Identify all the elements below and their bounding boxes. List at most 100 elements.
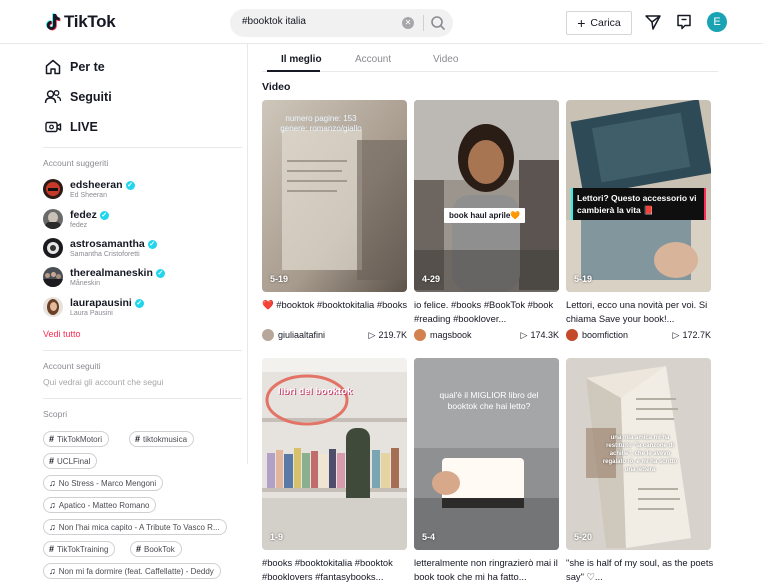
video-duration: 5-19 — [574, 274, 593, 284]
discover-tag[interactable]: # BookTok — [130, 541, 182, 557]
hashtag-icon: # — [135, 434, 141, 444]
nav-live[interactable]: LIVE — [44, 118, 98, 136]
video-thumbnail[interactable]: una mia amica mi ha restituito "la canzo… — [566, 358, 711, 550]
video-duration: 4-29 — [422, 274, 441, 284]
search-tabs: Il meglio Account Video — [262, 44, 718, 72]
video-section-title: Video — [262, 81, 291, 93]
video-duration: 5-19 — [270, 274, 289, 284]
clear-search-icon[interactable]: ✕ — [402, 17, 414, 29]
account-subtitle: Laura Pausini — [70, 310, 113, 317]
hashtag-icon: # — [49, 456, 55, 466]
view-count: ▷ 172.7K — [672, 329, 711, 341]
tab-top[interactable]: Il meglio — [281, 54, 322, 65]
music-note-icon: ♫ — [49, 566, 56, 576]
send-icon[interactable] — [643, 12, 663, 32]
video-thumbnail[interactable]: book haul aprile🧡 4-29 — [414, 100, 559, 292]
thumbnail-overlay-text: Lettori? Questo accessorio vi cambierà l… — [571, 188, 706, 220]
play-icon: ▷ — [672, 329, 680, 340]
nav-following[interactable]: Seguiti — [44, 88, 112, 106]
discover-tag[interactable]: ♫ Non l'hai mica capito - A Tribute To Va… — [43, 519, 227, 535]
discover-tag[interactable]: ♫ No Stress - Marco Mengoni — [43, 475, 164, 491]
verified-icon: ✓ — [147, 239, 157, 249]
suggested-account-fedez[interactable]: fedez ✓ fedez — [43, 209, 109, 229]
account-subtitle: Måneskin — [70, 280, 100, 287]
video-thumbnail[interactable]: numero pagine: 153 genere: romanzo/giall… — [262, 100, 407, 292]
play-icon: ▷ — [520, 329, 528, 340]
video-caption[interactable]: ❤️ #booktok #booktokitalia #books — [262, 298, 412, 312]
verified-icon: ✓ — [99, 210, 109, 220]
video-caption[interactable]: io felice. #books #BookTok #book #readin… — [414, 298, 564, 325]
avatar — [43, 209, 63, 229]
upload-button[interactable]: + Carica — [566, 11, 632, 35]
video-meta: boomfiction ▷ 172.7K — [566, 328, 711, 342]
thumbnail-overlay-text: numero pagine: 153 genere: romanzo/giall… — [280, 114, 362, 133]
suggested-account-laurapausini[interactable]: laurapausini ✓ Laura Pausini — [43, 297, 144, 317]
sidebar-divider-2 — [43, 350, 242, 351]
discover-tag[interactable]: # UCLFinal — [43, 453, 98, 469]
music-note-icon: ♫ — [49, 478, 56, 488]
author-username[interactable]: giuliaaltafini — [278, 330, 369, 340]
suggested-account-therealmaneskin[interactable]: therealmaneskin ✓ Måneskin — [43, 267, 165, 287]
verified-icon: ✓ — [155, 268, 165, 278]
video-thumbnail[interactable]: qual'è il MIGLIOR libro del booktok che … — [414, 358, 559, 550]
live-icon — [45, 121, 62, 133]
nav-for-you[interactable]: Per te — [44, 58, 105, 76]
inbox-icon[interactable] — [674, 12, 694, 32]
sidebar-divider — [247, 44, 248, 464]
discover-tag[interactable]: ♫ Apatico - Matteo Romano — [43, 497, 157, 513]
home-icon — [45, 59, 61, 75]
nav-label: Seguiti — [70, 90, 112, 104]
hashtag-icon: # — [136, 544, 142, 554]
music-note-icon: ♫ — [49, 500, 56, 510]
video-meta: giuliaaltafini ▷ 219.7K — [262, 328, 407, 342]
video-caption[interactable]: "she is half of my soul, as the poets sa… — [566, 556, 716, 583]
author-avatar[interactable] — [414, 329, 426, 341]
tiktok-logo[interactable]: TikTok — [44, 12, 116, 32]
discover-tag[interactable]: ♫ Non mi fa dormire (feat. Caffellatte) -… — [43, 563, 221, 579]
nav-label: Per te — [70, 60, 105, 74]
video-thumbnail[interactable]: Lettori? Questo accessorio vi cambierà l… — [566, 100, 711, 292]
thumbnail-image — [414, 358, 559, 550]
discover-title: Scopri — [43, 409, 68, 419]
video-thumbnail[interactable]: libri del booktok 1-9 — [262, 358, 407, 550]
video-duration: 5-4 — [422, 532, 436, 542]
followed-accounts-hint: Qui vedrai gli account che segui — [43, 377, 164, 387]
tab-videos[interactable]: Video — [433, 54, 458, 65]
profile-avatar[interactable]: E — [707, 12, 727, 32]
thumbnail-overlay-text: una mia amica mi ha restituito "la canzo… — [602, 435, 678, 473]
search-input[interactable]: #booktok italia — [242, 16, 306, 27]
discover-tag[interactable]: # TikTokTraining — [43, 541, 116, 557]
account-name: edsheeran — [70, 179, 123, 191]
sidebar-divider-1 — [43, 147, 242, 148]
see-all-link[interactable]: Vedi tutto — [43, 329, 81, 339]
verified-icon: ✓ — [134, 298, 144, 308]
video-caption[interactable]: letteralmente non ringrazierò mai il boo… — [414, 556, 564, 583]
video-caption[interactable]: #books #booktokitalia #booktok #booklove… — [262, 556, 412, 583]
tiktok-logo-icon — [46, 13, 61, 31]
suggested-account-astrosamantha[interactable]: astrosamantha ✓ Samantha Cristoforetti — [43, 238, 157, 258]
nav-label: LIVE — [70, 120, 98, 134]
avatar — [43, 267, 63, 287]
author-username[interactable]: magsbook — [430, 330, 521, 340]
author-avatar[interactable] — [566, 329, 578, 341]
plus-icon: + — [577, 15, 586, 31]
view-count: ▷ 174.3K — [520, 329, 559, 341]
search-icon[interactable] — [428, 13, 448, 33]
account-name: therealmaneskin — [70, 267, 153, 279]
suggested-account-edsheeran[interactable]: edsheeran ✓ Ed Sheeran — [43, 179, 135, 199]
avatar — [43, 238, 63, 258]
avatar — [43, 297, 63, 317]
active-tab-indicator — [267, 70, 320, 72]
video-caption[interactable]: Lettori, ecco una novità per voi. Si chi… — [566, 298, 716, 325]
author-avatar[interactable] — [262, 329, 274, 341]
search-divider — [423, 15, 424, 31]
author-username[interactable]: boomfiction — [582, 330, 673, 340]
search-bar[interactable]: #booktok italia ✕ — [230, 9, 453, 37]
top-header: TikTok #booktok italia ✕ + Carica E — [0, 0, 763, 44]
discover-tag[interactable]: # tiktokmusica — [129, 431, 195, 447]
account-subtitle: Ed Sheeran — [70, 192, 107, 199]
tab-accounts[interactable]: Account — [355, 54, 391, 65]
account-subtitle: Samantha Cristoforetti — [70, 251, 140, 258]
discover-tag[interactable]: # TikTokMotori — [43, 431, 110, 447]
sidebar-divider-3 — [43, 398, 242, 399]
